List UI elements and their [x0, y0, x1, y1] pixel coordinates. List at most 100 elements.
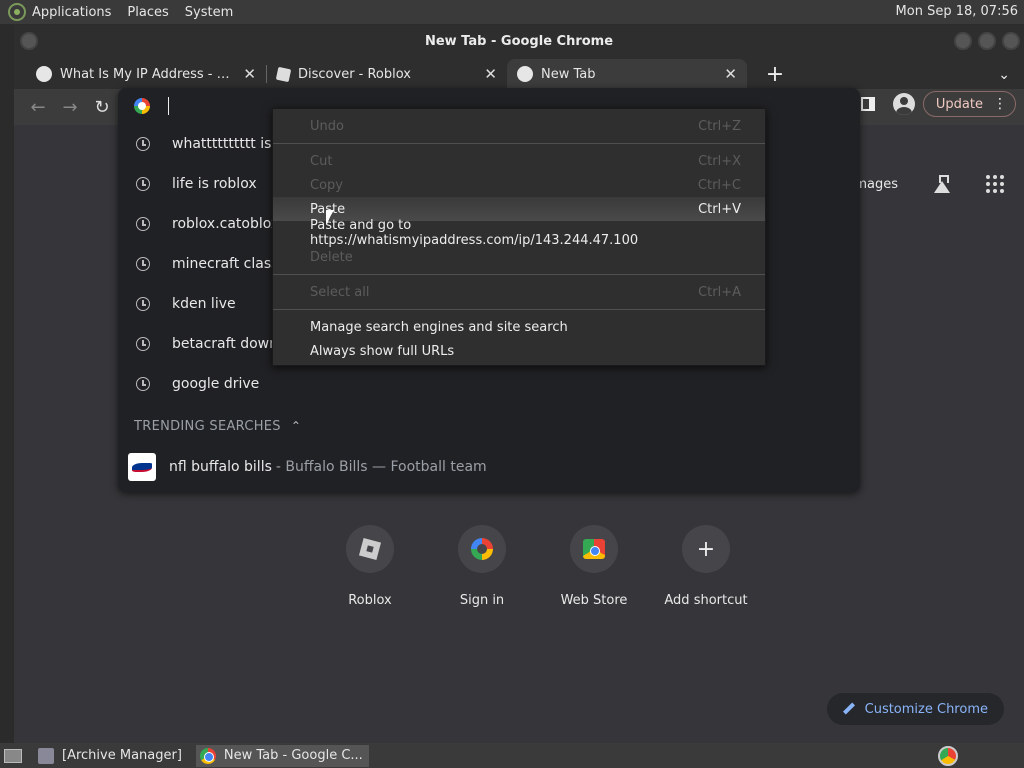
shortcut-label: Sign in: [459, 593, 505, 608]
google-icon: [134, 98, 150, 114]
tray-chrome-icon[interactable]: [938, 746, 958, 766]
history-clock-icon: [136, 257, 150, 271]
menu-item-label: Manage search engines and site search: [310, 319, 568, 335]
system-top-bar: Applications Places System Mon Sep 18, 0…: [0, 0, 1024, 24]
trending-label: TRENDING SEARCHES: [134, 418, 281, 434]
context-menu-item: Undo Ctrl+Z: [273, 114, 765, 138]
menu-item-label: Select all: [310, 284, 370, 300]
roblox-icon: [358, 537, 382, 561]
context-menu-item: Select all Ctrl+A: [273, 280, 765, 304]
tab-title: New Tab: [541, 66, 596, 82]
system-menu[interactable]: System: [185, 5, 233, 20]
bottom-taskbar: [Archive Manager] New Tab - Google C...: [0, 743, 1024, 768]
clock[interactable]: Mon Sep 18, 07:56: [896, 4, 1018, 19]
context-menu: Undo Ctrl+Z Cut Ctrl+X Copy Ctrl+C Paste Ctrl+V…: [272, 108, 766, 366]
tab-roblox[interactable]: Discover - Roblox ✕: [267, 59, 507, 89]
taskbar-chrome[interactable]: New Tab - Google C...: [195, 744, 369, 767]
minimize-icon[interactable]: [954, 32, 972, 50]
shortcut-sign-in[interactable]: Sign in: [426, 525, 538, 608]
shortcut-label: Web Store: [560, 593, 628, 608]
taskbar-label: [Archive Manager]: [62, 748, 182, 763]
maximize-icon[interactable]: [978, 32, 996, 50]
menu-item-label: Copy: [310, 177, 343, 193]
context-menu-item: Delete: [273, 245, 765, 269]
forward-arrow-icon[interactable]: →: [54, 91, 86, 123]
close-tab-icon[interactable]: ✕: [484, 65, 497, 83]
context-menu-item: Copy Ctrl+C: [273, 173, 765, 197]
update-label: Update: [935, 96, 983, 112]
trending-description: - Buffalo Bills — Football team: [275, 459, 487, 475]
tab-title: What Is My IP Address - See Your: [60, 66, 235, 82]
menu-item-label: Delete: [310, 249, 353, 265]
menu-item-shortcut: Ctrl+Z: [698, 118, 741, 134]
roblox-icon: [275, 66, 292, 82]
window-menu-icon[interactable]: [20, 32, 38, 50]
history-clock-icon: [136, 137, 150, 151]
update-button[interactable]: Update ⋮: [922, 91, 1016, 117]
trending-item[interactable]: nfl buffalo bills - Buffalo Bills — Foot…: [118, 448, 860, 486]
menu-separator: [273, 274, 765, 275]
shortcut-tiles: Roblox Sign in Web Store + Add shortcut: [314, 525, 762, 608]
distro-logo-icon[interactable]: [8, 3, 26, 21]
mouse-cursor-icon: [326, 210, 334, 224]
customize-label: Customize Chrome: [864, 701, 988, 717]
chrome-icon: [517, 66, 533, 82]
window-title: New Tab - Google Chrome: [424, 33, 614, 49]
menu-separator: [273, 309, 765, 310]
archive-manager-icon: [38, 747, 54, 764]
close-tab-icon[interactable]: ✕: [724, 65, 737, 83]
history-suggestion[interactable]: google drive: [118, 364, 860, 404]
suggestion-text: google drive: [172, 376, 260, 392]
window-titlebar[interactable]: New Tab - Google Chrome: [14, 25, 1024, 57]
close-window-icon[interactable]: [1002, 32, 1020, 50]
google-apps-grid-icon[interactable]: [986, 175, 1004, 193]
show-desktop-icon[interactable]: [4, 748, 22, 763]
new-tab-plus-icon[interactable]: +: [761, 60, 789, 88]
tab-new-tab[interactable]: New Tab ✕: [507, 59, 747, 89]
context-menu-item[interactable]: Always show full URLs: [273, 339, 765, 363]
menu-separator: [273, 143, 765, 144]
history-clock-icon: [136, 297, 150, 311]
history-clock-icon: [136, 377, 150, 391]
menu-item-label: Cut: [310, 153, 333, 169]
context-menu-item[interactable]: Paste and go to https://whatismyipaddres…: [273, 218, 765, 248]
context-menu-item: Cut Ctrl+X: [273, 149, 765, 173]
context-menu-item[interactable]: Manage search engines and site search: [273, 315, 765, 339]
tab-whatismyip[interactable]: What Is My IP Address - See Your ✕: [26, 59, 266, 89]
ntp-top-links: Images: [851, 175, 1004, 193]
back-arrow-icon[interactable]: ←: [22, 91, 54, 123]
globe-icon: [36, 66, 52, 82]
trending-searches-header[interactable]: TRENDING SEARCHES ⌃: [118, 404, 860, 448]
applications-menu[interactable]: Applications: [32, 5, 111, 20]
menu-item-shortcut: Ctrl+C: [697, 177, 741, 193]
webstore-icon: [583, 539, 605, 559]
tab-strip: What Is My IP Address - See Your ✕ Disco…: [14, 57, 1024, 89]
trending-query: nfl buffalo bills: [169, 459, 272, 475]
text-caret: [168, 97, 169, 115]
taskbar-archive-manager[interactable]: [Archive Manager]: [34, 745, 188, 767]
tab-search-chevron-icon[interactable]: ⌄: [998, 67, 1010, 83]
close-tab-icon[interactable]: ✕: [243, 65, 256, 83]
shortcut-add[interactable]: + Add shortcut: [650, 525, 762, 608]
shortcut-label: Roblox: [348, 593, 392, 608]
side-panel-icon[interactable]: [860, 97, 875, 111]
menu-item-shortcut: Ctrl+A: [698, 284, 741, 300]
taskbar-label: New Tab - Google C...: [223, 748, 363, 763]
shortcut-roblox[interactable]: Roblox: [314, 525, 426, 608]
buffalo-bills-logo-icon: [128, 453, 156, 481]
customize-chrome-button[interactable]: Customize Chrome: [826, 693, 1004, 725]
chevron-up-icon[interactable]: ⌃: [291, 419, 301, 433]
kebab-menu-icon[interactable]: ⋮: [993, 96, 1007, 112]
reload-icon[interactable]: ↻: [86, 91, 118, 123]
profile-avatar-icon[interactable]: [892, 93, 915, 115]
menu-item-shortcut: Ctrl+X: [698, 153, 741, 169]
plus-icon: +: [682, 525, 730, 573]
menu-item-label: Undo: [310, 118, 344, 134]
google-icon: [471, 538, 493, 560]
history-clock-icon: [136, 337, 150, 351]
suggestion-text: roblox.catoblox i: [172, 216, 288, 232]
shortcut-label: Add shortcut: [664, 593, 748, 608]
labs-beaker-icon[interactable]: [934, 175, 950, 193]
shortcut-web-store[interactable]: Web Store: [538, 525, 650, 608]
places-menu[interactable]: Places: [127, 5, 168, 20]
